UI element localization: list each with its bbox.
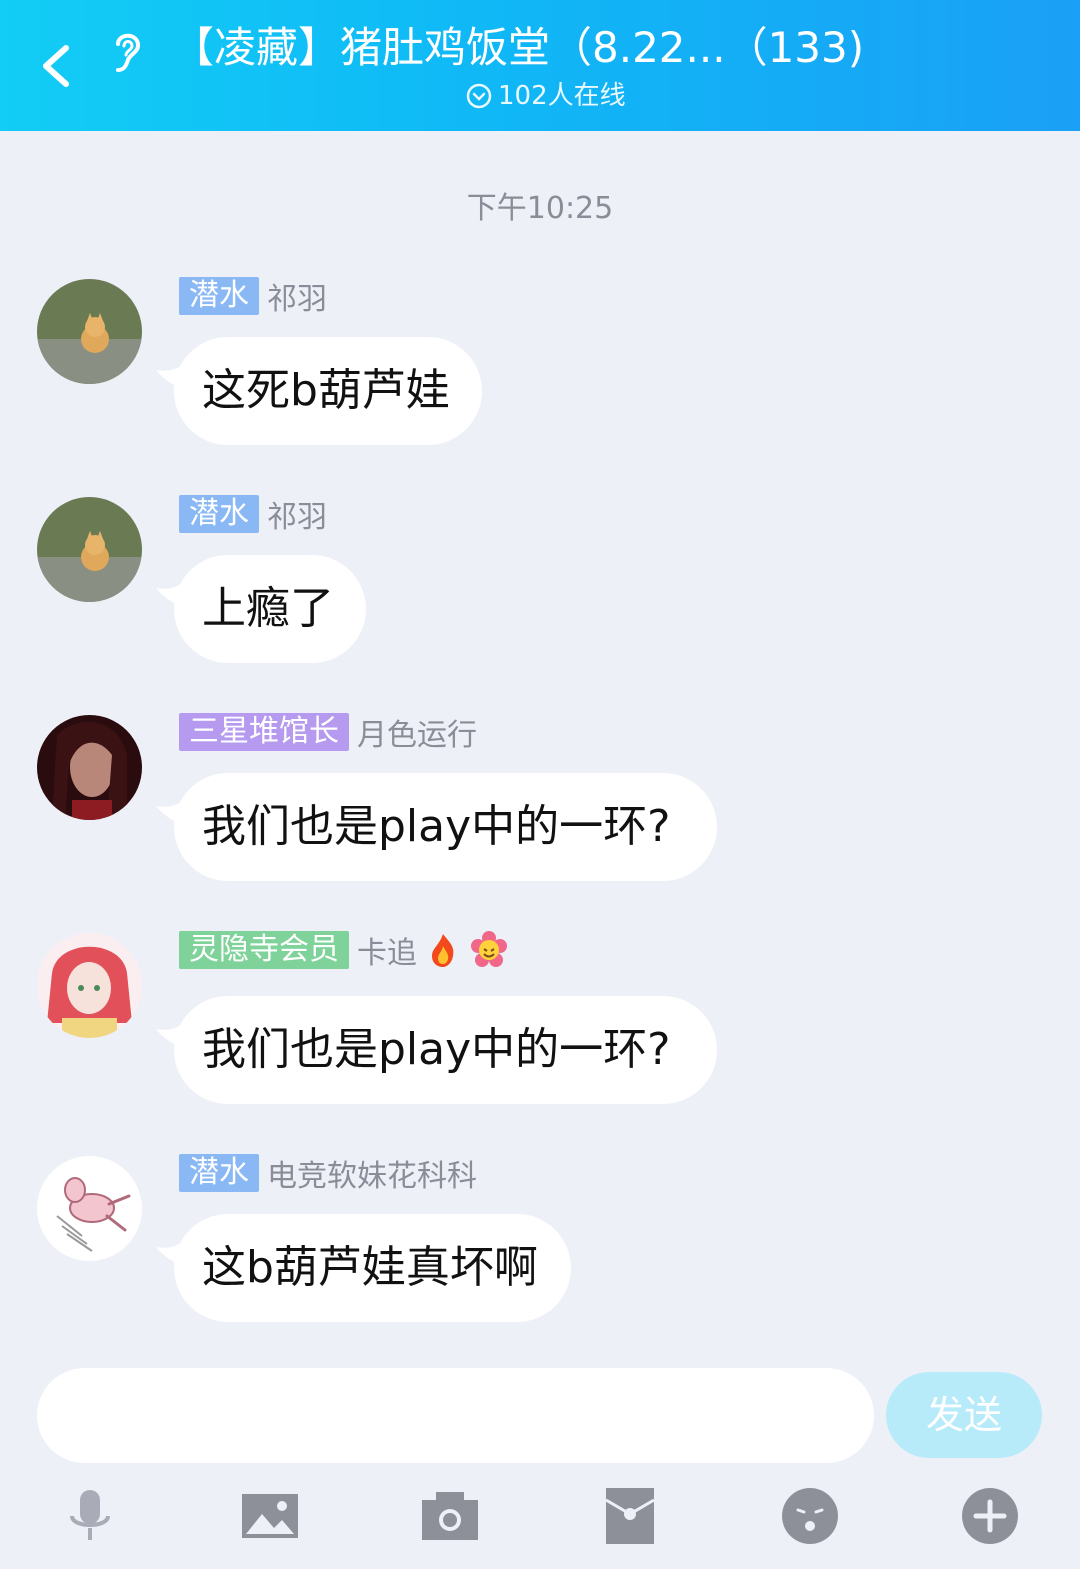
member-title-badge: 灵隐寺会员 bbox=[179, 931, 349, 969]
avatar[interactable] bbox=[37, 279, 142, 384]
sender-nickname[interactable]: 祁羽 bbox=[267, 492, 327, 536]
message-meta: 潜水 祁羽 bbox=[179, 492, 327, 536]
avatar[interactable] bbox=[37, 715, 142, 820]
microphone-icon[interactable] bbox=[60, 1486, 120, 1546]
sender-nickname[interactable]: 月色运行 bbox=[357, 710, 477, 754]
chat-timestamp: 下午10:25 bbox=[466, 191, 614, 226]
fire-icon bbox=[432, 934, 454, 967]
message-bubble[interactable]: 我们也是play中的一环? bbox=[174, 996, 717, 1104]
image-icon[interactable] bbox=[240, 1486, 300, 1546]
chat-header: 【凌藏】猪肚鸡饭堂（8.22...（133) 102人在线 bbox=[0, 0, 1080, 131]
message-meta: 潜水 电竞软妹花科科 bbox=[179, 1151, 477, 1195]
red-envelope-icon[interactable] bbox=[600, 1486, 660, 1546]
back-icon[interactable] bbox=[30, 38, 86, 94]
sender-nickname[interactable]: 祁羽 bbox=[267, 274, 327, 318]
message-bubble[interactable]: 这b葫芦娃真坏啊 bbox=[174, 1214, 571, 1322]
ear-icon[interactable] bbox=[104, 26, 148, 78]
member-title-badge: 潜水 bbox=[179, 1154, 259, 1192]
sender-nickname[interactable]: 电竞软妹花科科 bbox=[267, 1151, 477, 1195]
message-bubble[interactable]: 这死b葫芦娃 bbox=[174, 337, 482, 445]
flower-badge-icon bbox=[471, 931, 507, 967]
plus-icon[interactable] bbox=[960, 1486, 1020, 1546]
avatar[interactable] bbox=[37, 933, 142, 1038]
online-count: 102人在线 bbox=[498, 81, 626, 111]
member-title-badge: 潜水 bbox=[179, 495, 259, 533]
send-button[interactable]: 发送 bbox=[886, 1372, 1042, 1458]
camera-icon[interactable] bbox=[420, 1486, 480, 1546]
message-bubble[interactable]: 上瘾了 bbox=[174, 555, 366, 663]
message-meta: 灵隐寺会员 卡追 bbox=[179, 928, 509, 972]
member-title-badge: 三星堆馆长 bbox=[179, 713, 349, 751]
message-input[interactable] bbox=[37, 1368, 874, 1463]
message-meta: 三星堆馆长 月色运行 bbox=[179, 710, 477, 754]
message-bubble[interactable]: 我们也是play中的一环? bbox=[174, 773, 717, 881]
avatar[interactable] bbox=[37, 497, 142, 602]
online-circle-icon bbox=[466, 83, 492, 109]
avatar[interactable] bbox=[37, 1156, 142, 1261]
sender-nickname[interactable]: 卡追 bbox=[357, 928, 417, 972]
member-title-badge: 潜水 bbox=[179, 277, 259, 315]
emoji-icon[interactable] bbox=[780, 1486, 840, 1546]
online-status: 102人在线 bbox=[466, 78, 626, 114]
message-meta: 潜水 祁羽 bbox=[179, 274, 327, 318]
group-title[interactable]: 【凌藏】猪肚鸡饭堂（8.22...（133) bbox=[172, 18, 932, 78]
